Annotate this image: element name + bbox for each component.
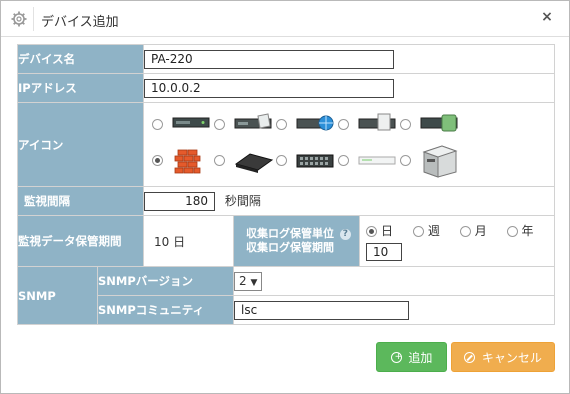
icon-option[interactable] — [338, 146, 400, 176]
data-retention-label: 監視データ保管期間 — [17, 215, 144, 267]
monitor-interval-label: 監視間隔 — [17, 186, 144, 216]
radio-year[interactable] — [506, 225, 518, 237]
dialog-titlebar: デバイス追加 × — [1, 1, 569, 37]
monitor-interval-unit: 秒間隔 — [224, 193, 261, 208]
icon-radio[interactable] — [400, 118, 411, 130]
icon-option[interactable] — [276, 110, 338, 140]
close-button[interactable]: × — [539, 9, 555, 25]
row-icon: アイコン — [17, 102, 555, 187]
firewall-icon — [174, 149, 201, 173]
icon-option[interactable] — [214, 110, 276, 140]
network-switch-icon — [296, 154, 334, 167]
cloud-server-icon — [358, 113, 396, 130]
row-snmp-version: SNMP SNMPバージョン 2 ▼ — [17, 266, 555, 325]
add-device-dialog: デバイス追加 × デバイス名 PA-220 IPアドレス 10.0.0.2 アイ… — [0, 0, 570, 394]
icon-radio[interactable] — [276, 154, 287, 166]
storage-server-icon — [420, 114, 458, 131]
log-unit-month[interactable]: 月 — [459, 224, 487, 238]
icon-radio[interactable] — [338, 118, 349, 130]
icon-radio[interactable] — [276, 118, 287, 130]
radio-month[interactable] — [459, 225, 471, 237]
gear-icon — [11, 11, 27, 27]
ip-address-input[interactable]: 10.0.0.2 — [144, 78, 394, 98]
title-separator — [33, 7, 34, 31]
row-device-name: デバイス名 PA-220 — [17, 44, 555, 74]
icon-radio[interactable] — [152, 154, 163, 166]
log-unit-year[interactable]: 年 — [506, 224, 534, 238]
icon-radio[interactable] — [400, 154, 411, 166]
log-unit-options: 日 週 月 年 — [366, 222, 554, 239]
icon-option[interactable] — [214, 146, 276, 176]
rack-server-icon — [172, 117, 210, 127]
log-period-label: 収集ログ保管期間 — [246, 241, 334, 254]
ip-address-label: IPアドレス — [17, 73, 144, 103]
monitor-interval-input[interactable]: 180 — [144, 191, 215, 211]
add-button[interactable]: + 追加 — [376, 342, 447, 372]
icon-option[interactable] — [400, 142, 462, 178]
icon-radio[interactable] — [338, 154, 349, 166]
device-name-label: デバイス名 — [17, 44, 144, 74]
icon-option[interactable] — [152, 146, 214, 176]
snmp-version-label: SNMPバージョン — [97, 266, 234, 296]
icon-radio[interactable] — [152, 118, 163, 130]
icon-label: アイコン — [17, 102, 144, 187]
icon-option[interactable] — [338, 110, 400, 140]
ban-icon — [464, 352, 476, 363]
log-unit-label-line1: 収集ログ保管単位 — [246, 227, 334, 240]
radio-week[interactable] — [412, 225, 424, 237]
router-box-icon — [234, 112, 272, 129]
radio-day[interactable] — [366, 225, 377, 237]
log-unit-week[interactable]: 週 — [412, 224, 440, 238]
row-snmp-community: SNMPコミュニティ lsc — [18, 295, 555, 325]
data-retention-value: 10 日 — [143, 215, 234, 267]
switch-globe-icon — [296, 115, 334, 130]
dialog-title: デバイス追加 — [41, 15, 119, 30]
help-icon[interactable]: ? — [339, 228, 351, 240]
snmp-label: SNMP — [17, 266, 98, 325]
black-router-icon — [234, 152, 274, 173]
row-ip-address: IPアドレス 10.0.0.2 — [17, 73, 555, 103]
log-unit-label: 収集ログ保管単位 ? 収集ログ保管期間 — [233, 215, 360, 267]
icon-option[interactable] — [400, 110, 462, 140]
icon-radio[interactable] — [214, 118, 225, 130]
snmp-version-select[interactable]: 2 ▼ — [234, 271, 262, 291]
snmp-community-label: SNMPコミュニティ — [97, 295, 234, 325]
log-unit-day[interactable]: 日 — [366, 224, 393, 238]
white-switch-icon — [358, 156, 396, 164]
device-form: デバイス名 PA-220 IPアドレス 10.0.0.2 アイコン 監視間隔 1… — [17, 44, 555, 325]
row-retention: 監視データ保管期間 10 日 収集ログ保管単位 ? 収集ログ保管期間 日 週 月… — [17, 215, 555, 267]
icon-option[interactable] — [276, 146, 338, 176]
device-name-input[interactable]: PA-220 — [144, 49, 394, 69]
log-period-input[interactable]: 10 — [366, 242, 402, 261]
icon-option[interactable] — [152, 110, 214, 140]
cancel-button[interactable]: キャンセル — [451, 342, 555, 372]
snmp-community-input[interactable]: lsc — [234, 300, 409, 320]
row-monitor-interval: 監視間隔 180 秒間隔 — [17, 186, 555, 216]
tower-server-icon — [422, 144, 458, 178]
icon-options — [152, 104, 554, 186]
icon-radio[interactable] — [214, 154, 225, 166]
dropdown-arrow-icon: ▼ — [250, 277, 258, 288]
plus-circle-icon: + — [390, 352, 402, 363]
